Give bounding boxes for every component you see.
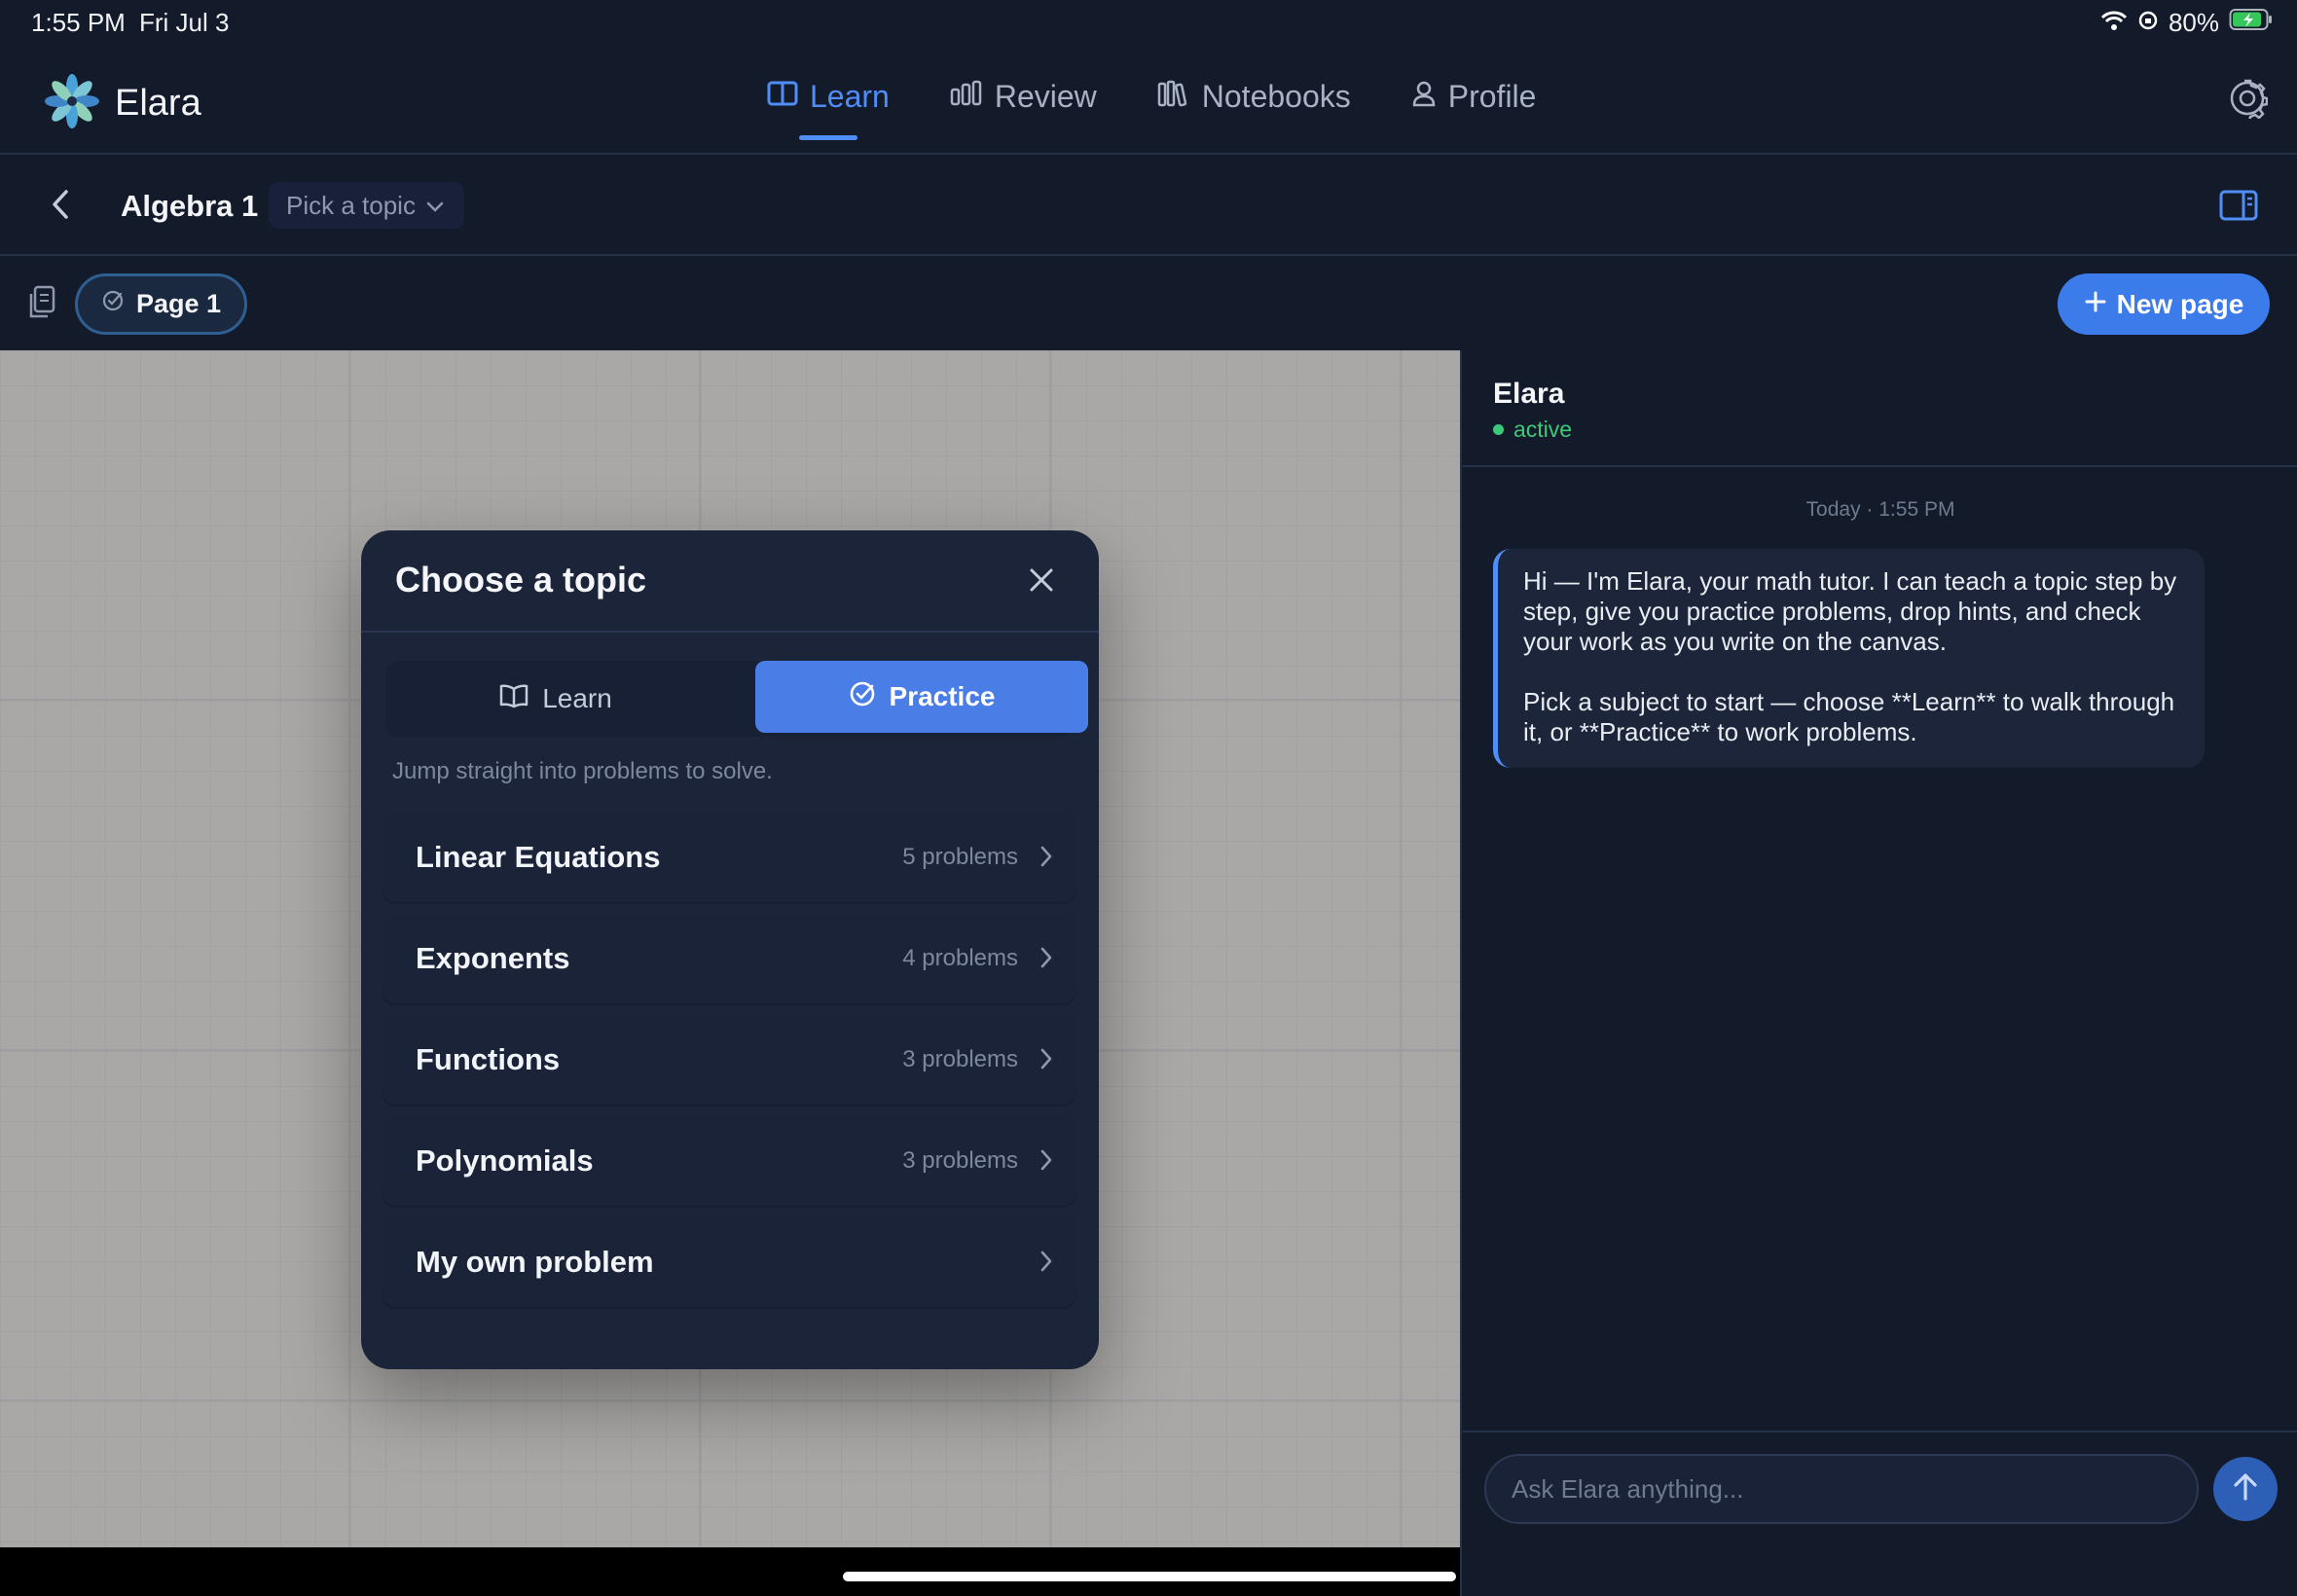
message-timestamp: Today · 1:55 PM [1805,498,1955,521]
chevron-right-icon [1038,1247,1055,1281]
sidebar-toggle-icon[interactable] [2219,190,2258,226]
status-bar: 1:55 PM Fri Jul 3 80% [0,0,2297,49]
tab-review-label: Review [994,78,1097,114]
topic-item-functions[interactable]: Functions 3 problems [382,1015,1076,1105]
tab-learn-label: Learn [810,78,890,114]
mode-segmented-control: Learn Practice [385,661,1088,737]
choose-topic-modal: Choose a topic Learn Practice Jump strai… [361,530,1099,1369]
topic-name: Linear Equations [416,840,661,874]
segment-practice[interactable]: Practice [755,661,1088,733]
page-bar: Page 1 New page [0,256,2297,350]
mode-description: Jump straight into problems to solve. [392,758,773,784]
topic-item-linear-equations[interactable]: Linear Equations 5 problems [382,813,1076,902]
home-indicator[interactable] [843,1572,1456,1581]
chat-header: Elara active [1462,350,2297,467]
topic-problem-count: 3 problems [902,1147,1018,1174]
book-open-icon [499,683,529,715]
tab-learn[interactable]: Learn [767,76,890,140]
message-paragraph: Hi — I'm Elara, your math tutor. I can t… [1523,566,2177,656]
topic-name: My own problem [416,1245,654,1279]
notebook-header: Algebra 1 Pick a topic [0,155,2297,256]
chevron-right-icon [1038,1044,1055,1078]
topic-problem-count: 3 problems [902,1046,1018,1072]
topic-item-exponents[interactable]: Exponents 4 problems [382,914,1076,1003]
chat-composer [1484,1454,2199,1524]
page-tab-1[interactable]: Page 1 [75,273,247,335]
status-text: active [1513,417,1573,442]
back-chevron-icon[interactable] [47,188,74,226]
arrow-up-icon [2231,1471,2260,1507]
tab-review[interactable]: Review [950,76,1097,117]
topic-picker-label: Pick a topic [286,190,416,220]
chevron-right-icon [1038,943,1055,977]
composer-divider [1462,1431,2297,1433]
page-tab-label: Page 1 [135,289,222,318]
status-time: 1:55 PM [31,8,126,37]
elara-logo-icon [43,72,101,135]
tutor-message: Hi — I'm Elara, your math tutor. I can t… [1493,549,2205,768]
status-indicators: 80% [2100,8,2274,38]
modal-title: Choose a topic [395,560,647,599]
plus-icon [2084,289,2107,320]
library-icon [1157,79,1190,115]
tab-notebooks-label: Notebooks [1201,78,1351,114]
practice-target-icon [101,289,125,319]
chevron-down-icon [425,191,445,221]
topic-list: Linear Equations 5 problems Exponents 4 … [382,813,1076,1319]
chat-input[interactable] [1512,1456,2173,1522]
status-badge: active [1493,417,1572,443]
topic-name: Functions [416,1042,561,1076]
orientation-lock-icon [2137,8,2159,38]
tab-profile[interactable]: Profile [1411,76,1537,117]
topic-item-polynomials[interactable]: Polynomials 3 problems [382,1116,1076,1206]
status-date: Fri Jul 3 [139,8,230,37]
topic-name: Exponents [416,941,570,975]
tab-notebooks[interactable]: Notebooks [1157,76,1351,117]
main-tabs: Learn Review Notebooks Profile [767,76,1596,140]
segment-learn-label: Learn [542,683,612,713]
top-navigation: Elara Learn Review Notebooks Profile [0,49,2297,155]
active-dot-icon [1493,424,1504,435]
topic-problem-count: 4 problems [902,945,1018,971]
user-icon [1411,79,1437,115]
new-page-button[interactable]: New page [2058,273,2270,335]
modal-divider [361,631,1099,633]
settings-gear-icon[interactable] [2227,78,2269,124]
practice-target-icon [849,680,876,714]
topic-item-my-own-problem[interactable]: My own problem [382,1217,1076,1307]
notebook-title: Algebra 1 [121,189,259,223]
chevron-right-icon [1038,842,1055,876]
chevron-right-icon [1038,1145,1055,1179]
bar-chart-icon [950,79,983,115]
tab-profile-label: Profile [1447,78,1537,114]
battery-icon [2229,8,2274,38]
app-name: Elara [115,83,201,124]
book-icon [767,79,798,115]
topic-problem-count: 5 problems [902,844,1018,870]
topic-name: Polynomials [416,1143,594,1178]
tutor-name: Elara [1493,378,1565,410]
send-button[interactable] [2213,1457,2278,1521]
close-icon[interactable] [1027,565,1056,599]
battery-percent: 80% [2168,8,2219,37]
topic-picker-dropdown[interactable]: Pick a topic [269,182,464,229]
brand[interactable]: Elara [43,72,201,135]
wifi-icon [2100,8,2128,38]
message-paragraph: Pick a subject to start — choose **Learn… [1523,687,2175,746]
new-page-label: New page [2116,288,2244,319]
pages-overview-icon[interactable] [27,285,56,325]
segment-practice-label: Practice [889,681,996,711]
tutor-chat-panel: Elara active Today · 1:55 PM Hi — I'm El… [1460,350,2297,1596]
segment-learn[interactable]: Learn [385,661,726,737]
